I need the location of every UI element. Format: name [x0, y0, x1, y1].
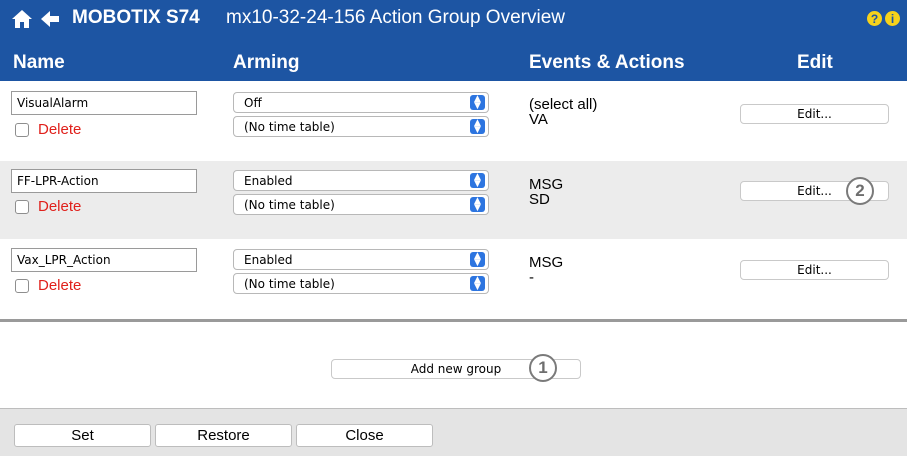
delete-checkbox[interactable] — [15, 123, 29, 137]
brand-label: MOBOTIX S74 — [72, 7, 200, 28]
footer-bar: Set Restore Close — [0, 408, 907, 456]
column-header-name: Name — [13, 52, 65, 73]
home-icon[interactable] — [11, 8, 33, 30]
group-name-input[interactable] — [11, 91, 197, 115]
arming-select-value: Off — [244, 96, 262, 110]
delete-label: Delete — [38, 277, 82, 294]
arming-select[interactable]: Enabled ▲ ▼ — [233, 249, 489, 270]
arming-select-value: Enabled — [244, 253, 293, 267]
time-table-select-value: (No time table) — [244, 120, 335, 134]
select-stepper-icon: ▲ ▼ — [470, 95, 485, 111]
event-item: SD — [529, 191, 550, 208]
callout-marker-2: 2 — [846, 177, 874, 205]
time-table-select[interactable]: (No time table) ▲ ▼ — [233, 273, 489, 294]
arming-select[interactable]: Off ▲ ▼ — [233, 92, 489, 113]
info-icon[interactable]: i — [885, 11, 900, 26]
time-table-select[interactable]: (No time table) ▲ ▼ — [233, 194, 489, 215]
page-title: mx10-32-24-156 Action Group Overview — [226, 7, 565, 28]
select-stepper-icon: ▲ ▼ — [470, 276, 485, 292]
delete-label: Delete — [38, 198, 82, 215]
delete-label: Delete — [38, 121, 82, 138]
time-table-select-value: (No time table) — [244, 198, 335, 212]
arming-select[interactable]: Enabled ▲ ▼ — [233, 170, 489, 191]
group-row-vax-lpr-action: Delete Enabled ▲▼ (No time table) ▲▼ MSG… — [0, 239, 907, 319]
select-stepper-icon: ▲ ▼ — [470, 119, 485, 135]
time-table-select-value: (No time table) — [244, 277, 335, 291]
back-arrow-icon[interactable] — [39, 9, 61, 29]
column-header-events-actions: Events & Actions — [529, 52, 685, 73]
close-button[interactable]: Close — [296, 424, 433, 447]
edit-button[interactable]: Edit... — [740, 104, 889, 124]
select-stepper-icon: ▲ ▼ — [470, 173, 485, 189]
event-item: VA — [529, 111, 548, 128]
group-row-ff-lpr-action: Delete Enabled ▲▼ (No time table) ▲▼ MSG… — [0, 161, 907, 239]
event-item: MSG — [529, 176, 564, 193]
event-item: - — [529, 269, 534, 286]
restore-button[interactable]: Restore — [155, 424, 292, 447]
callout-marker-1: 1 — [529, 354, 557, 382]
add-group-area: Add new group 1 — [0, 322, 907, 408]
delete-checkbox[interactable] — [15, 200, 29, 214]
edit-button[interactable]: Edit... — [740, 260, 889, 280]
arming-select-value: Enabled — [244, 174, 293, 188]
group-row-visualalarm: Delete Off ▲▼ (No time table) ▲▼ (select… — [0, 81, 907, 161]
delete-checkbox[interactable] — [15, 279, 29, 293]
event-item: (select all) — [529, 96, 598, 113]
set-button[interactable]: Set — [14, 424, 151, 447]
column-header-edit: Edit — [797, 52, 833, 73]
group-name-input[interactable] — [11, 248, 197, 272]
events-actions-list: MSG SD — [529, 177, 563, 207]
help-icon[interactable]: ? — [867, 11, 882, 26]
events-actions-list: MSG - — [529, 255, 563, 285]
time-table-select[interactable]: (No time table) ▲ ▼ — [233, 116, 489, 137]
event-item: MSG — [529, 254, 564, 271]
select-stepper-icon: ▲ ▼ — [470, 197, 485, 213]
column-header-arming: Arming — [233, 52, 300, 73]
table-header: Name Arming Events & Actions Edit — [0, 37, 907, 81]
group-name-input[interactable] — [11, 169, 197, 193]
events-actions-list: (select all) VA — [529, 97, 597, 127]
title-bar: MOBOTIX S74 mx10-32-24-156 Action Group … — [0, 0, 907, 37]
select-stepper-icon: ▲ ▼ — [470, 252, 485, 268]
